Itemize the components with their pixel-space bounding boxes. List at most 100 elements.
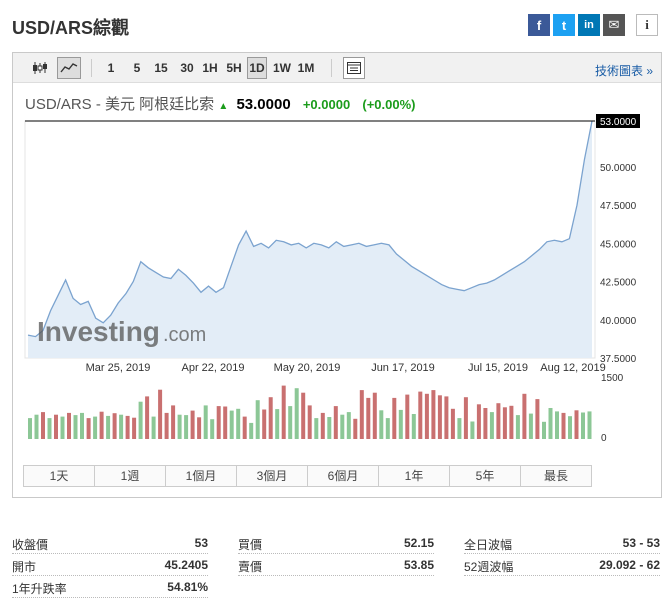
volume-bar [112,413,117,439]
volume-bar [411,414,416,439]
email-icon[interactable]: ✉ [603,14,625,36]
page-title: USD/ARS綜觀 [12,18,130,38]
volume-bar [281,385,286,439]
volume-bar [535,399,540,439]
volume-bar [528,413,533,439]
stat-prev-close: 收盤價 53 [12,532,208,554]
volume-bar [73,415,78,439]
range-tab-0[interactable]: 1天 [24,466,95,486]
range-tab-7[interactable]: 最長 [521,466,591,486]
volume-bar [385,418,390,439]
volume-bar [132,417,137,439]
price-chart[interactable]: 53.0000 50.0000 47.5000 45.0000 42.5000 40.00… [13,53,661,463]
volume-bar [301,392,306,439]
volume-bar [34,414,39,439]
range-tab-4[interactable]: 6個月 [308,466,379,486]
volume-bar [502,407,507,439]
volume-bar [450,408,455,439]
volume-bar [184,415,189,439]
chart-widget: 1 5 15 30 1H 5H 1D 1W 1M 技術圖表 » USD/ARS - 美元 阿根廷… [12,52,662,498]
volume-bar [275,409,280,439]
x-tick-label: Aug 12, 2019 [540,362,605,374]
volume-bar [197,417,202,439]
volume-bar [405,394,410,439]
volume-bar [216,406,221,439]
volume-bar [236,408,241,439]
volume-bar [203,405,208,439]
volume-bar [561,412,566,439]
volume-bar [210,419,215,439]
x-tick-label: Jul 15, 2019 [468,362,528,374]
volume-bar [379,410,384,439]
volume-bar [392,397,397,439]
volume-bar [67,412,71,439]
volume-bar [398,409,403,439]
volume-bar [359,390,364,439]
y-tick-label: 53.0000 [600,117,637,128]
volume-bar [542,421,546,439]
volume-bar [457,418,462,439]
volume-bar [483,408,488,439]
volume-bar [366,397,371,439]
volume-bar [242,416,247,439]
volume-bar [340,414,345,439]
y-tick-label: 42.5000 [600,278,637,289]
range-tab-3[interactable]: 3個月 [237,466,308,486]
volume-bar [353,418,358,439]
volume-bar [515,415,520,439]
volume-bar [568,416,572,439]
volume-bar [424,393,429,439]
twitter-icon[interactable]: t [553,14,575,36]
volume-tick-label: 0 [601,433,607,444]
linkedin-icon[interactable]: in [578,14,600,36]
volume-bar [346,412,351,439]
volume-bar [307,405,312,439]
investing-watermark-suffix: .com [163,324,206,346]
volume-bar [54,414,58,439]
volume-bar [119,414,124,439]
volume-bar [574,410,579,439]
volume-bar [229,410,234,439]
info-icon[interactable]: i [636,14,658,36]
range-tab-2[interactable]: 1個月 [166,466,237,486]
volume-bar [548,408,553,439]
volume-bar [93,416,98,439]
volume-bar [249,422,254,439]
volume-bar [522,393,527,439]
volume-bar [41,412,45,439]
volume-bar [444,396,449,439]
volume-bar [463,397,468,439]
y-tick-label: 40.0000 [600,316,637,327]
volume-bar [320,412,325,439]
volume-bar [164,412,169,439]
range-tab-6[interactable]: 5年 [450,466,521,486]
volume-bar [327,417,332,439]
volume-bar [158,389,163,439]
volume-bar [431,390,436,439]
volume-bar [151,416,156,439]
range-tab-5[interactable]: 1年 [379,466,450,486]
stat-ask: 賣價 53.85 [238,554,434,576]
volume-bar [418,391,423,439]
facebook-icon[interactable]: f [528,14,550,36]
volume-bar [268,397,273,439]
volume-bar [255,400,260,439]
volume-bar [28,418,32,439]
volume-bar [496,403,501,439]
share-bar: f t in ✉ i [528,14,658,36]
stat-day-range: 全日波幅 53 - 53 [464,532,660,554]
volume-bar [288,406,293,439]
volume-bar [86,418,91,439]
investing-watermark: Investing [37,316,160,347]
range-tab-1[interactable]: 1週 [95,466,166,486]
volume-bar [581,412,585,439]
volume-bar [99,411,104,439]
x-tick-label: Jun 17, 2019 [371,362,435,374]
volume-bar [80,412,84,439]
volume-bar [138,401,143,439]
volume-bar [262,409,267,439]
volume-bar [294,388,299,439]
stat-bid: 買價 52.15 [238,532,434,554]
volume-bar [60,416,65,439]
volume-bar [190,410,195,439]
